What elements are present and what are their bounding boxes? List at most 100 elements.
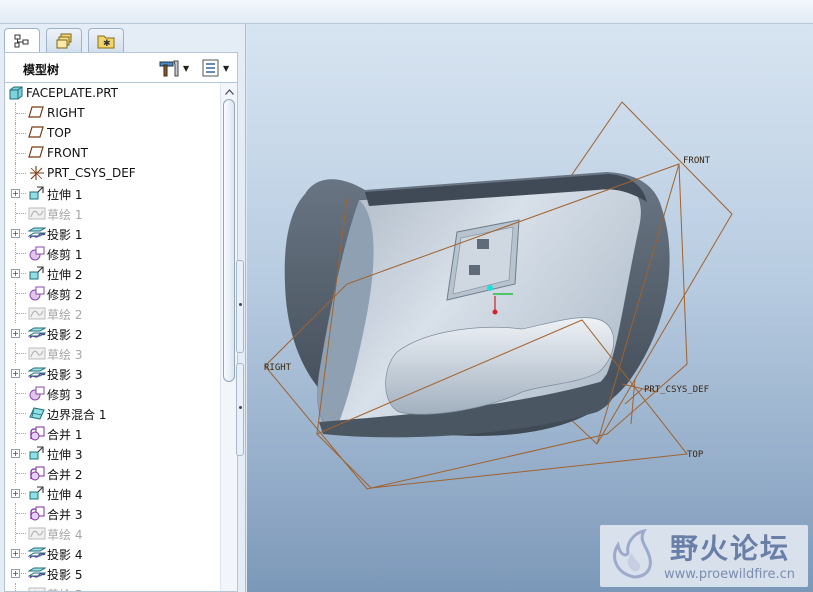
tree-item[interactable]: 合并 2 xyxy=(5,463,219,483)
expand-toggle-icon[interactable]: + xyxy=(11,269,20,278)
tree-connector xyxy=(21,273,26,274)
tree-item[interactable]: + 拉伸 2 xyxy=(5,263,219,283)
sketch-icon xyxy=(28,205,46,221)
tree-connector xyxy=(16,533,26,534)
sketch-icon xyxy=(28,305,46,321)
tree-item-label: 投影 5 xyxy=(47,568,83,582)
tree-connector xyxy=(16,253,26,254)
tree-settings-button[interactable]: ▼ xyxy=(159,58,193,78)
svg-text:✱: ✱ xyxy=(103,39,111,49)
tree-item-label: 边界混合 1 xyxy=(47,408,107,422)
tree-item-label: 草绘 5 xyxy=(47,586,82,591)
tree-item-label: 合并 2 xyxy=(47,468,83,482)
merge-icon xyxy=(28,425,46,441)
tree-item[interactable]: 草绘 2 xyxy=(5,303,219,323)
tree-connector xyxy=(16,153,26,154)
tree-item[interactable]: 草绘 3 xyxy=(5,343,219,363)
tree-connector xyxy=(21,553,26,554)
tree-item-label: 草绘 2 xyxy=(47,308,83,322)
tree-item-label: RIGHT xyxy=(47,106,85,120)
tree-connector xyxy=(16,433,26,434)
layers-tab[interactable] xyxy=(46,28,82,52)
tree-item[interactable]: 草绘 1 xyxy=(5,203,219,223)
tree-item[interactable]: + 投影 3 xyxy=(5,363,219,383)
tree-item-label: 修剪 3 xyxy=(47,388,83,402)
forum-watermark: 野火论坛 www.proewildfire.cn xyxy=(600,525,808,587)
layers-icon xyxy=(56,33,72,48)
expand-toggle-icon[interactable]: + xyxy=(11,449,20,458)
merge-icon xyxy=(28,465,46,481)
tree-item[interactable]: 草绘 5 xyxy=(5,583,219,591)
tree-connector xyxy=(16,413,26,414)
tools-icon xyxy=(159,60,179,77)
tree-item[interactable]: 草绘 4 xyxy=(5,523,219,543)
tree-item-label: 投影 3 xyxy=(47,368,83,382)
expand-toggle-icon[interactable]: + xyxy=(11,569,20,578)
tree-connector xyxy=(16,353,26,354)
tree-connector xyxy=(21,573,26,574)
grip-dot-icon xyxy=(239,406,242,409)
tree-root-item[interactable]: FACEPLATE.PRT xyxy=(5,83,219,103)
part-icon xyxy=(8,85,26,101)
tree-item-label: 合并 1 xyxy=(47,428,83,442)
tree-item[interactable]: + 拉伸 1 xyxy=(5,183,219,203)
graphics-viewport[interactable]: FRONT RIGHT TOP PRT_CSYS_DEF xyxy=(247,24,813,592)
tree-item[interactable]: FRONT xyxy=(5,143,219,163)
model-tree-tab[interactable] xyxy=(4,28,40,53)
tree-item[interactable]: + 拉伸 3 xyxy=(5,443,219,463)
datum-label-top: TOP xyxy=(687,450,704,460)
expand-toggle-icon[interactable]: + xyxy=(11,229,20,238)
tree-item[interactable]: 边界混合 1 xyxy=(5,403,219,423)
tree-item[interactable]: 合并 3 xyxy=(5,503,219,523)
project-icon xyxy=(27,565,47,581)
extrude-icon xyxy=(28,185,46,201)
tree-item[interactable]: RIGHT xyxy=(5,103,219,123)
spin-center-cyan xyxy=(487,285,493,291)
tree-item[interactable]: + 投影 1 xyxy=(5,223,219,243)
tree-item[interactable]: 修剪 1 xyxy=(5,243,219,263)
navigator-tab-bar: ✱ xyxy=(0,24,246,53)
watermark-title: 野火论坛 xyxy=(670,532,791,565)
tree-item[interactable]: PRT_CSYS_DEF xyxy=(5,163,219,183)
boundary-blend-icon xyxy=(28,405,46,421)
panel-splitter-handle[interactable] xyxy=(236,260,244,353)
scroll-thumb[interactable] xyxy=(223,99,235,382)
datum-label-front: FRONT xyxy=(683,156,711,166)
chevron-down-icon: ▼ xyxy=(223,63,230,73)
tree-item[interactable]: + 拉伸 4 xyxy=(5,483,219,503)
tree-item-label: 拉伸 4 xyxy=(47,488,83,502)
tree-connector xyxy=(16,173,26,174)
expand-toggle-icon[interactable]: + xyxy=(11,329,20,338)
extrude-icon xyxy=(28,265,46,281)
model-slot-lower xyxy=(469,265,480,275)
expand-toggle-icon[interactable]: + xyxy=(11,549,20,558)
tree-item-label: 合并 3 xyxy=(47,508,83,522)
tree-connector xyxy=(16,293,26,294)
merge-icon xyxy=(28,505,46,521)
tree-connector xyxy=(21,333,26,334)
favorites-tab[interactable]: ✱ xyxy=(88,28,124,52)
list-icon xyxy=(202,59,219,77)
expand-toggle-icon[interactable]: + xyxy=(11,489,20,498)
csys-icon xyxy=(28,165,46,181)
watermark-url: www.proewildfire.cn xyxy=(664,567,795,582)
expand-toggle-icon[interactable]: + xyxy=(11,369,20,378)
datum-label-csys: PRT_CSYS_DEF xyxy=(644,385,709,395)
expand-toggle-icon[interactable]: + xyxy=(11,189,20,198)
tree-connector xyxy=(16,113,26,114)
model-slot-upper xyxy=(477,239,489,249)
tree-item[interactable]: TOP xyxy=(5,123,219,143)
tree-item-label: 草绘 3 xyxy=(47,348,83,362)
tree-item[interactable]: + 投影 5 xyxy=(5,563,219,583)
tree-item[interactable]: + 投影 4 xyxy=(5,543,219,563)
panel-splitter-handle[interactable] xyxy=(236,363,244,456)
scroll-up-button[interactable] xyxy=(221,85,237,99)
tree-item[interactable]: 合并 1 xyxy=(5,423,219,443)
extrude-icon xyxy=(28,485,46,501)
tree-item-label: 投影 4 xyxy=(47,548,83,562)
tree-item[interactable]: 修剪 3 xyxy=(5,383,219,403)
tree-show-button[interactable]: ▼ xyxy=(201,58,235,78)
tree-item[interactable]: + 投影 2 xyxy=(5,323,219,343)
tree-item[interactable]: 修剪 2 xyxy=(5,283,219,303)
tree-vertical-scrollbar[interactable] xyxy=(220,83,237,591)
